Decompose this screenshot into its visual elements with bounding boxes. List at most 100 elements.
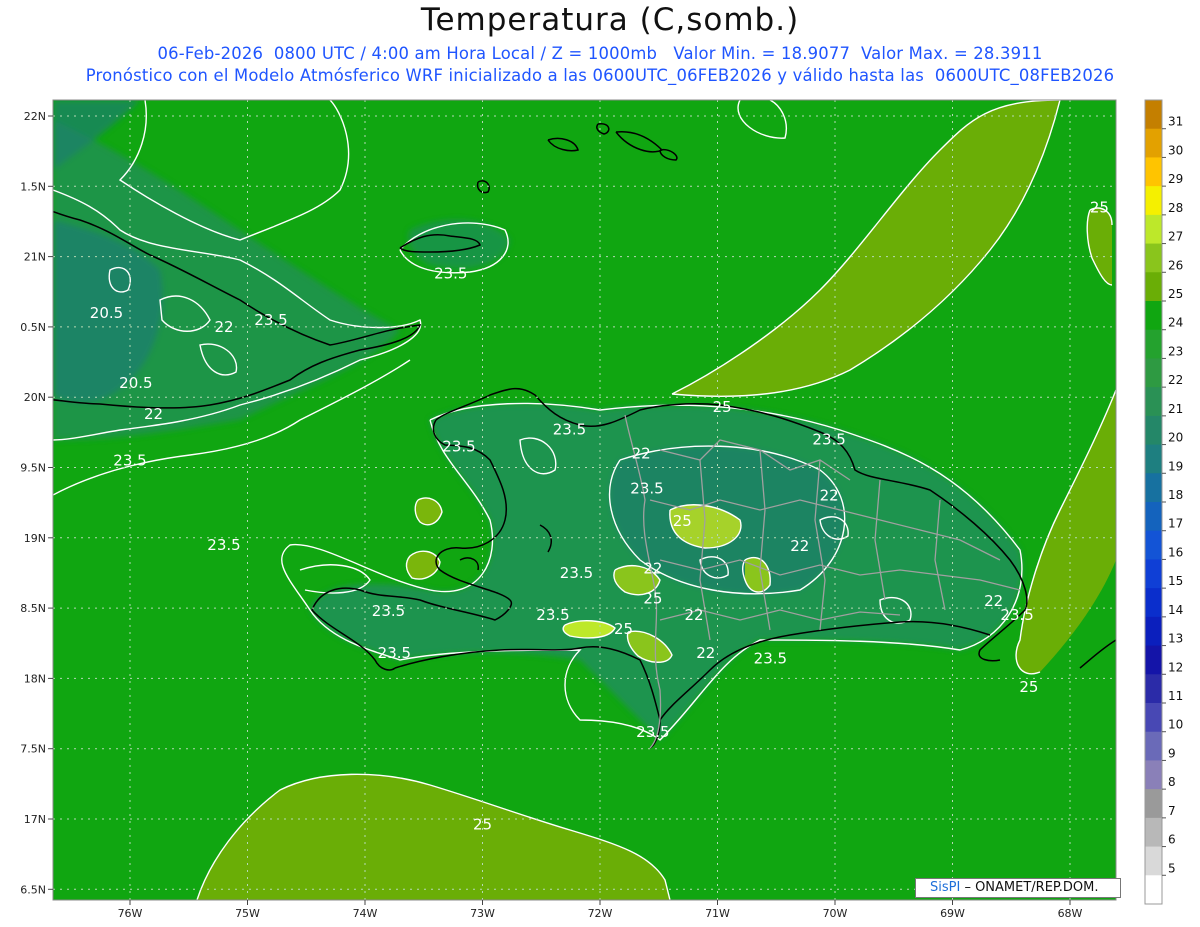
colorbar-swatch	[1145, 502, 1162, 532]
colorbar-swatch	[1145, 616, 1162, 647]
lat-tick-label: 20N	[24, 391, 46, 404]
colorbar-swatch	[1145, 214, 1162, 245]
contour-label: 25	[614, 620, 633, 638]
lat-tick-label: 9.5N	[20, 462, 46, 475]
colorbar-label: 5	[1168, 861, 1176, 875]
contour-label: 23.5	[113, 451, 146, 469]
colorbar-swatch	[1145, 674, 1162, 704]
contour-label: 22	[632, 444, 651, 462]
lon-tick-label: 68W	[1058, 907, 1083, 920]
colorbar-swatch	[1145, 128, 1162, 158]
map-plot-area: 23.5 20.5 22 23.5 20.5 22 23.5 23.5 23.5 22 25 23.5…	[53, 100, 1116, 900]
contour-label: 23.5	[536, 606, 569, 624]
contour-label: 23.5	[560, 564, 593, 582]
colorbar-label: 25	[1168, 287, 1183, 301]
colorbar-swatch	[1145, 731, 1162, 761]
colorbar-swatch	[1145, 387, 1162, 417]
colorbar-label: 26	[1168, 258, 1183, 272]
colorbar-swatch	[1145, 703, 1162, 733]
colorbar-label: 14	[1168, 603, 1183, 617]
colorbar-swatch	[1145, 444, 1162, 474]
lon-tick-label: 73W	[470, 907, 495, 920]
colorbar-label: 21	[1168, 402, 1183, 416]
contour-label: 22	[790, 537, 809, 555]
colorbar-swatch	[1145, 301, 1162, 331]
colorbar-swatch	[1145, 415, 1162, 446]
contour-label: 22	[696, 644, 715, 662]
lat-tick-label: 0.5N	[20, 321, 46, 334]
colorbar-label: 19	[1168, 459, 1183, 473]
colorbar-label: 16	[1168, 545, 1183, 559]
colorbar-swatch	[1145, 186, 1162, 216]
latitude-axis: 22N 1.5N 21N 0.5N 20N 9.5N 19N 8.5N 18N 7.5N 17N 6.…	[20, 110, 53, 896]
lat-tick-label: 17N	[24, 813, 46, 826]
colorbar-swatch	[1145, 157, 1162, 187]
contour-label: 25	[1019, 678, 1038, 696]
colorbar-swatch	[1145, 243, 1162, 273]
credit-text: – ONAMET/REP.DOM.	[960, 880, 1099, 895]
contour-label: 25	[1090, 198, 1109, 216]
lat-tick-label: 7.5N	[20, 743, 46, 756]
colorbar-label: 28	[1168, 201, 1183, 215]
contour-label: 23.5	[372, 602, 405, 620]
lon-tick-label: 75W	[235, 907, 260, 920]
colorbar-label: 27	[1168, 230, 1183, 244]
colorbar-label: 10	[1168, 718, 1183, 732]
contour-label: 22	[684, 606, 703, 624]
lat-tick-label: 6.5N	[20, 883, 46, 896]
lon-tick-label: 74W	[353, 907, 378, 920]
contour-label: 22	[643, 560, 662, 578]
colorbar-swatch	[1145, 100, 1162, 130]
lon-tick-label: 70W	[823, 907, 848, 920]
colorbar-swatch	[1145, 530, 1162, 560]
contour-label: 23.5	[434, 264, 467, 282]
colorbar-label: 18	[1168, 488, 1183, 502]
longitude-axis: 76W 75W 74W 73W 72W 71W 70W 69W 68W	[118, 900, 1083, 920]
colorbar-swatch	[1145, 329, 1162, 359]
credit-label: SisPI – ONAMET/REP.DOM.	[915, 878, 1121, 898]
colorbar-swatch	[1145, 760, 1162, 790]
colorbar-label: 29	[1168, 172, 1183, 186]
contour-label: 25	[473, 816, 492, 834]
contour-label: 22	[144, 405, 163, 423]
lat-tick-label: 1.5N	[20, 180, 46, 193]
colorbar-swatch	[1145, 358, 1162, 388]
colorbar-swatch	[1145, 588, 1162, 618]
colorbar-label: 6	[1168, 833, 1176, 847]
colorbar-swatch	[1145, 789, 1162, 819]
lat-tick-label: 18N	[24, 672, 46, 685]
colorbar-swatch	[1145, 817, 1162, 848]
lon-tick-label: 69W	[940, 907, 965, 920]
colorbar-label: 20	[1168, 431, 1183, 445]
colorbar-label: 8	[1168, 775, 1176, 789]
lon-tick-label: 71W	[705, 907, 730, 920]
contour-label: 23.5	[630, 480, 663, 498]
lat-tick-label: 22N	[24, 110, 46, 123]
contour-label: 22	[214, 318, 233, 336]
colorbar-label: 12	[1168, 660, 1183, 674]
contour-label: 23.5	[378, 644, 411, 662]
contour-label: 25	[643, 589, 662, 607]
contour-label: 23.5	[553, 421, 586, 439]
colorbar-swatch	[1145, 272, 1162, 302]
contour-label: 23.5	[207, 536, 240, 554]
contour-label: 20.5	[119, 374, 152, 392]
colorbar-swatch	[1145, 645, 1162, 675]
colorbar-label: 31	[1168, 115, 1183, 129]
lat-tick-label: 8.5N	[20, 602, 46, 615]
colorbar-label: 7	[1168, 804, 1176, 818]
colorbar-swatch	[1145, 473, 1162, 503]
lat-tick-label: 19N	[24, 532, 46, 545]
credit-brand: SisPI	[930, 880, 961, 895]
contour-label: 20.5	[90, 304, 123, 322]
contour-label: 25	[673, 512, 692, 530]
contour-label: 22	[820, 487, 839, 505]
lon-tick-label: 72W	[588, 907, 613, 920]
colorbar-label: 17	[1168, 517, 1183, 531]
lon-tick-label: 76W	[118, 907, 143, 920]
colorbar-label: 11	[1168, 689, 1183, 703]
colorbar-label: 22	[1168, 373, 1183, 387]
contour-label: 25	[713, 398, 732, 416]
colorbar-label: 13	[1168, 632, 1183, 646]
colorbar-label: 9	[1168, 746, 1176, 760]
